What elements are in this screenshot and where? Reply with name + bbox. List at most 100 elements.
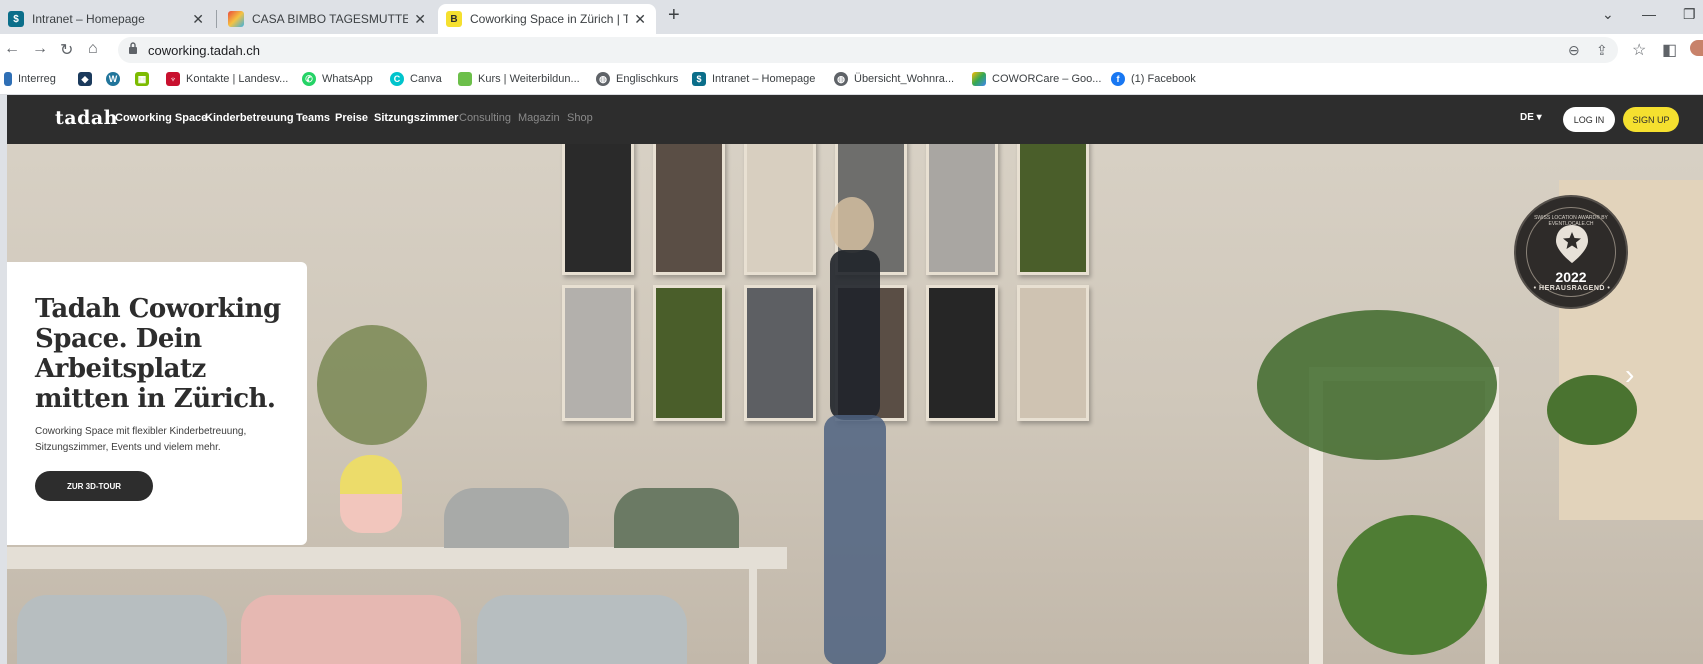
wall-panel [562,285,634,421]
close-tab-icon[interactable]: ✕ [192,11,204,28]
tadah-favicon-icon: B [446,11,462,27]
bookmark-uebersicht[interactable]: ◍ Übersicht_Wohnra... [834,72,954,86]
restore-icon[interactable]: ❐ [1683,6,1696,23]
minimize-icon[interactable]: — [1642,6,1656,22]
wall-panel [1017,285,1089,421]
bookmark-kurs[interactable]: Kurs | Weiterbildun... [458,72,580,86]
lock-icon [129,42,137,54]
tab-casa-bimbo[interactable]: CASA BIMBO TAGESMUTTER ✕ [220,4,436,34]
globe-icon: ◍ [834,72,848,86]
bookmark-grid[interactable]: ▦ [135,72,155,86]
chair [477,595,687,664]
bookmark-interreg[interactable]: Interreg [4,72,56,86]
bookmark-kontakte[interactable]: ♆ Kontakte | Landesv... [166,72,288,86]
wall-panel [562,139,634,275]
intranet-favicon-icon: $ [8,11,24,27]
web-page: SWISS LOCATION AWARD® BY EVENTLOCALE.CH … [7,95,1703,664]
back-icon[interactable]: ← [4,40,20,58]
bookmark-coworcare[interactable]: COWORCare – Goo... [972,72,1101,86]
share-icon[interactable]: ⇪ [1596,42,1608,59]
hero-card: Tadah Coworking Space. Dein Arbeitsplatz… [7,262,307,545]
bookmark-label: (1) Facebook [1131,73,1196,85]
bookmark-security[interactable]: ◆ [78,72,98,86]
zoom-icon[interactable]: ⊖ [1568,42,1580,59]
wall-panel [926,139,998,275]
facebook-icon: f [1111,72,1125,86]
nav-teams[interactable]: Teams [296,112,330,124]
plant-leaves [1547,375,1637,445]
nav-shop[interactable]: Shop [567,112,593,124]
site-navbar: tadah Coworking Space Kinderbetreuung Te… [7,95,1703,144]
wall-panel [1017,139,1089,275]
shield-icon: ◆ [78,72,92,86]
globe-icon: ◍ [596,72,610,86]
bookmark-englischkurs[interactable]: ◍ Englischkurs [596,72,678,86]
bookmark-label: Englischkurs [616,73,679,85]
slider-next-arrow[interactable]: › [1625,359,1634,391]
chair [17,595,227,664]
bookmark-facebook[interactable]: f (1) Facebook [1111,72,1196,86]
tab-coworking[interactable]: B Coworking Space in Zürich | Tada ✕ [438,4,656,34]
google-drive-icon [972,72,986,86]
blurred-person [824,197,886,664]
whatsapp-icon: ✆ [302,72,316,86]
bookmark-label: WhatsApp [322,73,373,85]
bookmark-intranet[interactable]: $ Intranet – Homepage [692,72,815,86]
wall-panel [926,285,998,421]
badge-ribbon: • HERAUSRAGEND • [1533,285,1611,292]
tab-title: Intranet – Homepage [32,12,145,26]
bookmark-whatsapp[interactable]: ✆ WhatsApp [302,72,373,86]
hero-headline: Tadah Coworking Space. Dein Arbeitsplatz… [35,294,281,414]
wordpress-icon: W [106,72,120,86]
home-icon[interactable]: ⌂ [88,40,98,58]
tab-search-icon[interactable]: ⌄ [1602,6,1614,23]
interreg-flag-icon [4,72,12,86]
bookmark-label: COWORCare – Goo... [992,73,1102,85]
tab-intranet[interactable]: $ Intranet – Homepage ✕ [0,4,214,34]
bookmark-label: Interreg [18,73,56,85]
language-selector[interactable]: DE ▾ [1520,112,1542,123]
wall-panel [653,285,725,421]
hero-subtext: Coworking Space mit flexibler Kinderbetr… [35,426,247,453]
plant-leaves [1257,310,1497,460]
bookmark-flag-icon [458,72,472,86]
forward-icon[interactable]: → [32,40,48,58]
bookmark-star-icon[interactable]: ☆ [1632,40,1646,60]
nav-preise[interactable]: Preise [335,112,368,124]
bookmark-wordpress[interactable]: W [106,72,126,86]
chair [444,488,569,548]
flower-bouquet [317,325,427,445]
chair [614,488,739,548]
tadah-logo[interactable]: tadah [55,107,118,129]
login-button[interactable]: LOG IN [1563,107,1615,132]
intranet-favicon-icon: $ [692,72,706,86]
profile-avatar[interactable] [1690,40,1703,56]
grid-icon: ▦ [135,72,149,86]
plant-leaves [1337,515,1487,655]
3d-tour-button[interactable]: ZUR 3D-TOUR [35,471,153,501]
table [7,547,787,569]
address-bar[interactable]: coworking.tadah.ch ⊖ ⇪ [118,37,1618,63]
reload-icon[interactable]: ↻ [60,40,73,60]
signup-button[interactable]: SIGN UP [1623,107,1679,132]
bookmark-label: Intranet – Homepage [712,73,816,85]
bookmark-label: Canva [410,73,442,85]
tab-divider [216,10,217,28]
close-tab-icon[interactable]: ✕ [414,11,426,28]
nav-coworking-space[interactable]: Coworking Space [115,112,207,124]
table-leg [749,565,757,664]
tab-strip: $ Intranet – Homepage ✕ CASA BIMBO TAGES… [0,0,1703,34]
nav-consulting[interactable]: Consulting [459,112,511,124]
canva-icon: C [390,72,404,86]
nav-magazin[interactable]: Magazin [518,112,560,124]
award-badge: SWISS LOCATION AWARD® BY EVENTLOCALE.CH … [1514,195,1628,309]
side-panel-icon[interactable]: ◧ [1662,40,1677,60]
new-tab-button[interactable]: + [668,4,680,27]
browser-toolbar: ← → ↻ ⌂ coworking.tadah.ch ⊖ ⇪ ☆ ◧ [0,34,1703,66]
nav-kinderbetreuung[interactable]: Kinderbetreuung [205,112,294,124]
nav-sitzungszimmer[interactable]: Sitzungszimmer [374,112,458,124]
bookmark-canva[interactable]: C Canva [390,72,442,86]
close-tab-icon[interactable]: ✕ [634,11,646,28]
badge-year: 2022 [1555,269,1587,285]
chair [241,595,461,664]
